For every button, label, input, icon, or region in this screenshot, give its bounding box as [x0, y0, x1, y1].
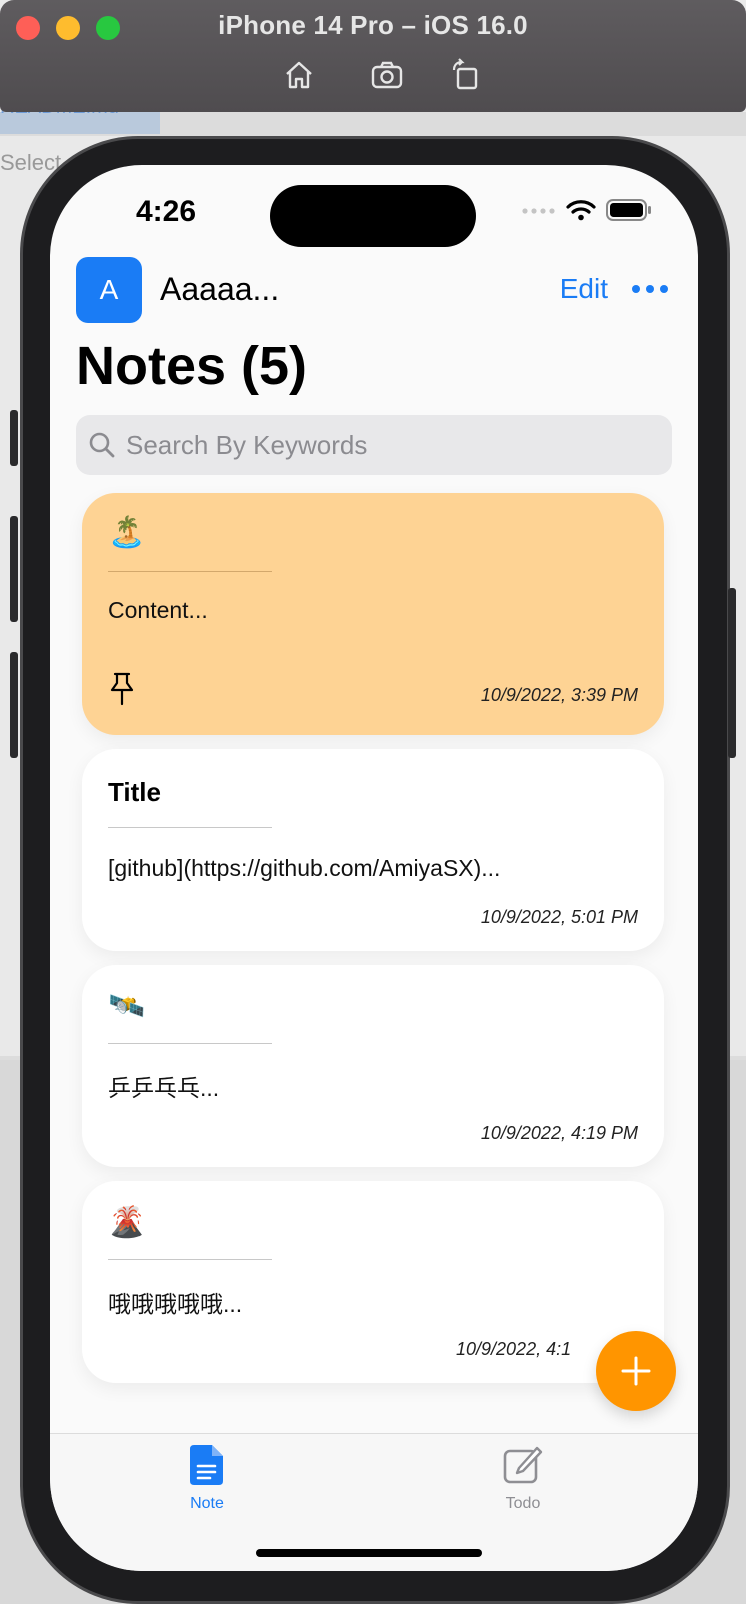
- search-input[interactable]: Search By Keywords: [126, 430, 367, 461]
- header: A Aaaaa... Edit: [76, 257, 672, 323]
- pin-icon[interactable]: [108, 671, 136, 712]
- page-title: Notes (5): [76, 336, 308, 396]
- compose-icon: [503, 1446, 543, 1484]
- volume-down-button: [10, 652, 18, 758]
- wifi-icon: [566, 200, 596, 221]
- volcano-emoji-icon: 🌋: [108, 1206, 146, 1239]
- tab-todo[interactable]: Todo: [463, 1444, 583, 1513]
- note-date: 10/9/2022, 4:1: [456, 1339, 572, 1359]
- more-options-icon[interactable]: [632, 279, 672, 299]
- note-date: 10/9/2022, 3:39 PM: [480, 685, 638, 705]
- plus-icon: [621, 1356, 651, 1386]
- phone-screen: 4:26 A Aaaaa... Edit Notes (5) Search By…: [50, 165, 698, 1571]
- simulator-title-bar: iPhone 14 Pro – iOS 16.0: [0, 0, 746, 112]
- note-content: [github](https://github.com/AmiyaSX)...: [108, 855, 501, 881]
- note-title: Title: [108, 777, 161, 807]
- card-divider: [108, 827, 272, 828]
- simulator-title: iPhone 14 Pro – iOS 16.0: [218, 10, 528, 40]
- tab-note-label: Note: [190, 1495, 224, 1512]
- tab-note[interactable]: Note: [147, 1444, 267, 1513]
- note-icon: [190, 1445, 223, 1485]
- screenshot-icon[interactable]: [370, 58, 404, 92]
- card-divider: [108, 1043, 272, 1044]
- note-date: 10/9/2022, 4:19 PM: [480, 1123, 638, 1143]
- status-time: 4:26: [136, 195, 197, 228]
- note-card[interactable]: 🛰️ 乒乒乓乓... 10/9/2022, 4:19 PM: [82, 965, 664, 1167]
- battery-icon: [606, 199, 651, 221]
- note-content: 哦哦哦哦哦...: [108, 1291, 243, 1317]
- rotate-icon[interactable]: [450, 58, 484, 92]
- note-content: Content...: [108, 597, 208, 623]
- dynamic-island: [270, 185, 476, 247]
- home-icon[interactable]: [282, 58, 316, 92]
- mute-switch: [10, 410, 18, 466]
- status-icons: [522, 199, 652, 221]
- tab-todo-label: Todo: [505, 1495, 541, 1512]
- search-bar[interactable]: Search By Keywords: [76, 415, 672, 475]
- card-divider: [108, 1259, 272, 1260]
- volume-up-button: [10, 516, 18, 622]
- user-name: Aaaaa...: [160, 271, 280, 307]
- note-card[interactable]: 🏝️ Content... 10/9/2022, 3:39 PM: [82, 493, 664, 735]
- note-date: 10/9/2022, 5:01 PM: [480, 907, 638, 927]
- note-content: 乒乒乓乓...: [108, 1075, 220, 1101]
- power-button: [728, 588, 736, 758]
- card-divider: [108, 571, 272, 572]
- island-emoji-icon: 🏝️: [108, 516, 146, 549]
- satellite-emoji-icon: 🛰️: [108, 990, 146, 1023]
- note-card[interactable]: 🌋 哦哦哦哦哦... 10/9/2022, 4:1: [82, 1181, 664, 1383]
- home-indicator: [256, 1549, 482, 1557]
- edit-button[interactable]: Edit: [560, 273, 608, 305]
- add-note-button[interactable]: [596, 1331, 676, 1411]
- search-icon: [89, 432, 115, 458]
- avatar[interactable]: A: [76, 257, 142, 323]
- note-card[interactable]: Title [github](https://github.com/AmiyaS…: [82, 749, 664, 951]
- cellular-signal-icon: [522, 208, 555, 214]
